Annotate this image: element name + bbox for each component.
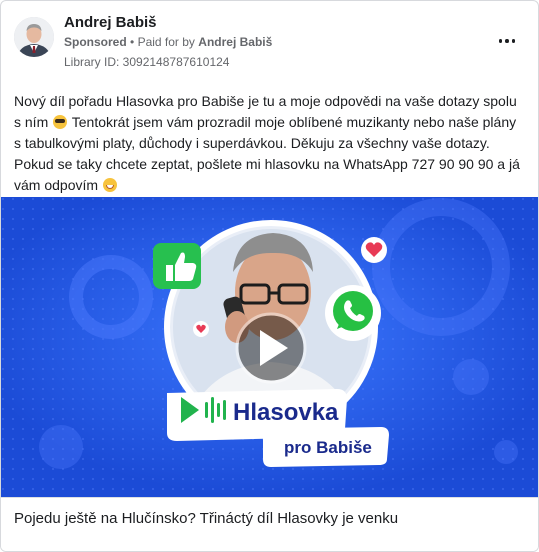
ad-card: Andrej Babiš Sponsored • Paid for by And…	[0, 0, 539, 552]
page-name-link[interactable]: Andrej Babiš	[64, 14, 157, 31]
post-body: Nový díl pořadu Hlasovka pro Babiše je t…	[14, 91, 526, 196]
heart-icon	[361, 237, 387, 263]
sponsored-line: Sponsored • Paid for by Andrej Babiš	[64, 35, 272, 49]
video-thumbnail[interactable]: Hlasovka pro Babiše	[1, 197, 538, 497]
more-dot-icon	[498, 39, 503, 43]
sunglasses-emoji-icon	[53, 115, 68, 129]
page-avatar[interactable]	[14, 17, 54, 57]
grinning-emoji-icon	[102, 178, 117, 192]
banner-subtitle: pro Babiše	[284, 438, 372, 457]
post-body-text-2: Tentokrát jsem vám prozradil moje oblíbe…	[14, 114, 520, 193]
post-header: Andrej Babiš Sponsored • Paid for by And…	[1, 1, 538, 81]
more-dot-icon	[511, 39, 516, 43]
video-thumbnail-art: Hlasovka pro Babiše	[1, 197, 538, 497]
more-options-button[interactable]	[493, 31, 521, 51]
banner-title: Hlasovka	[233, 399, 339, 426]
paid-for-name: Andrej Babiš	[198, 35, 273, 49]
thumbs-up-icon	[153, 243, 201, 289]
paid-for-prefix: Paid for by	[137, 35, 195, 49]
play-button[interactable]	[235, 312, 307, 384]
pro-babise-banner: pro Babiše	[263, 427, 389, 467]
caption-headline[interactable]: Pojedu ještě na Hlučínsko? Třináctý díl …	[14, 510, 398, 527]
more-dot-icon	[505, 39, 509, 43]
sponsored-label: Sponsored	[64, 35, 127, 49]
separator-dot: •	[130, 35, 135, 49]
library-id: Library ID: 3092148787610124	[64, 55, 230, 69]
heart-icon	[193, 321, 209, 337]
whatsapp-icon	[325, 285, 381, 341]
caption-bar[interactable]: Pojedu ještě na Hlučínsko? Třináctý díl …	[1, 497, 538, 551]
